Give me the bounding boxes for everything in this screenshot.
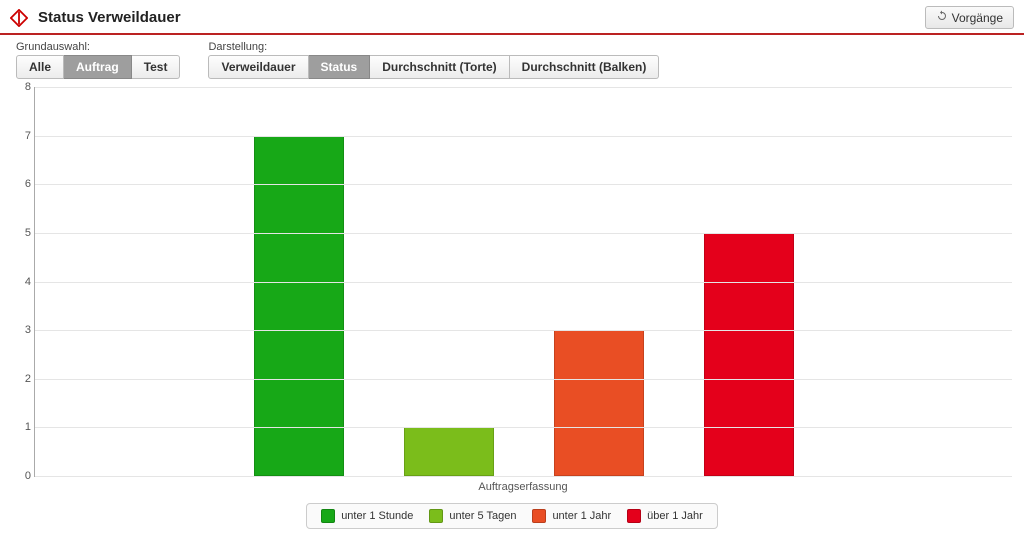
chart-gridline: [35, 427, 1012, 428]
chart-bar[interactable]: [404, 427, 494, 476]
chart-gridline: [35, 136, 1012, 137]
app-logo-icon: [10, 9, 28, 27]
chart-gridline: [35, 476, 1012, 477]
legend-label: unter 1 Stunde: [341, 510, 413, 522]
grundauswahl-alle[interactable]: Alle: [16, 55, 64, 79]
chart-y-tick: 7: [13, 130, 31, 142]
chart-y-tick: 4: [13, 276, 31, 288]
filter-bar: Grundauswahl: Alle Auftrag Test Darstell…: [0, 35, 1024, 87]
grundauswahl-group: Grundauswahl: Alle Auftrag Test: [16, 41, 180, 79]
chart-gridline: [35, 282, 1012, 283]
darstellung-torte[interactable]: Durchschnitt (Torte): [370, 55, 509, 79]
chart-plot-area: 012345678: [34, 87, 1012, 477]
legend-swatch-icon: [321, 509, 335, 523]
darstellung-verweildauer[interactable]: Verweildauer: [208, 55, 308, 79]
legend-item[interactable]: unter 5 Tagen: [429, 509, 516, 523]
chart: 012345678 Auftragserfassung unter 1 Stun…: [12, 87, 1012, 529]
chart-gridline: [35, 233, 1012, 234]
legend-item[interactable]: über 1 Jahr: [627, 509, 703, 523]
legend-label: unter 5 Tagen: [449, 510, 516, 522]
chart-y-tick: 2: [13, 373, 31, 385]
grundauswahl-segmented: Alle Auftrag Test: [16, 55, 180, 79]
chart-bar[interactable]: [704, 233, 794, 476]
grundauswahl-auftrag[interactable]: Auftrag: [64, 55, 132, 79]
legend-label: unter 1 Jahr: [552, 510, 611, 522]
chart-gridline: [35, 330, 1012, 331]
chart-x-axis-label: Auftragserfassung: [34, 481, 1012, 493]
grundauswahl-test[interactable]: Test: [132, 55, 181, 79]
chart-y-tick: 1: [13, 421, 31, 433]
darstellung-status[interactable]: Status: [309, 55, 371, 79]
page-title: Status Verweildauer: [38, 9, 925, 26]
legend-swatch-icon: [627, 509, 641, 523]
refresh-icon: [936, 10, 948, 25]
chart-bar[interactable]: [554, 330, 644, 476]
legend-item[interactable]: unter 1 Jahr: [532, 509, 611, 523]
chart-bar[interactable]: [254, 136, 344, 476]
legend-label: über 1 Jahr: [647, 510, 703, 522]
chart-y-tick: 0: [13, 470, 31, 482]
chart-gridline: [35, 87, 1012, 88]
chart-gridline: [35, 184, 1012, 185]
darstellung-segmented: Verweildauer Status Durchschnitt (Torte)…: [208, 55, 659, 79]
header: Status Verweildauer Vorgänge: [0, 0, 1024, 35]
chart-y-tick: 6: [13, 178, 31, 190]
chart-y-tick: 8: [13, 81, 31, 93]
chart-y-tick: 5: [13, 227, 31, 239]
legend-swatch-icon: [429, 509, 443, 523]
chart-legend: unter 1 Stunde unter 5 Tagen unter 1 Jahr ü…: [306, 503, 718, 529]
refresh-actions-label: Vorgänge: [952, 11, 1003, 25]
chart-y-tick: 3: [13, 324, 31, 336]
grundauswahl-label: Grundauswahl:: [16, 41, 180, 53]
darstellung-balken[interactable]: Durchschnitt (Balken): [510, 55, 660, 79]
darstellung-group: Darstellung: Verweildauer Status Durchsc…: [208, 41, 659, 79]
refresh-actions-button[interactable]: Vorgänge: [925, 6, 1014, 29]
legend-swatch-icon: [532, 509, 546, 523]
chart-gridline: [35, 379, 1012, 380]
darstellung-label: Darstellung:: [208, 41, 659, 53]
legend-item[interactable]: unter 1 Stunde: [321, 509, 413, 523]
